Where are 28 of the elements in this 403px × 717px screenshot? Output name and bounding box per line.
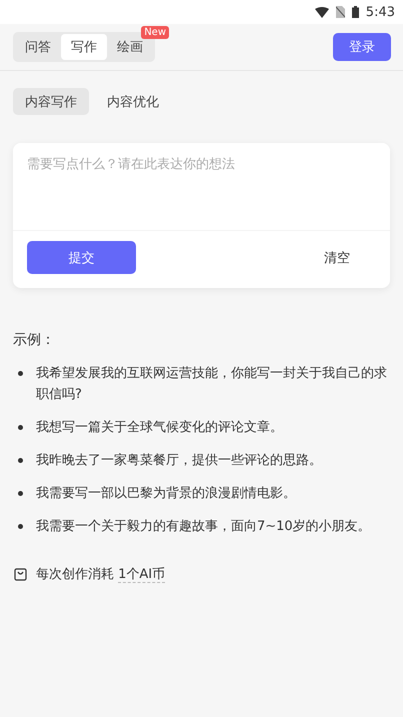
bullet-dot	[18, 524, 23, 529]
login-button[interactable]: 登录	[333, 33, 391, 61]
example-prompt[interactable]: 我需要一个关于毅力的有趣故事，面向7~10岁的小朋友。	[36, 516, 371, 537]
input-field[interactable]: 需要写点什么？请在此表达你的想法	[13, 143, 390, 231]
bag-icon	[14, 568, 27, 580]
example-prompt[interactable]: 我昨晚去了一家粤菜餐厅，提供一些评论的思路。	[36, 450, 322, 471]
bullet-dot	[18, 491, 23, 496]
example-prompt[interactable]: 我希望发展我的互联网运营技能，你能写一封关于我自己的求职信吗?	[36, 363, 390, 405]
example-prompt[interactable]: 我想写一篇关于全球气候变化的评论文章。	[36, 417, 283, 438]
cost-note: 每次创作消耗 1个AI币	[36, 566, 166, 583]
battery-icon	[352, 6, 359, 18]
bullet-dot	[18, 425, 23, 430]
examples-title: 示例：	[13, 331, 56, 349]
example-prompt[interactable]: 我需要写一部以巴黎为背景的浪漫剧情电影。	[36, 483, 296, 504]
subtab[interactable]: 内容优化	[95, 88, 171, 115]
bullet-dot	[18, 458, 23, 463]
new-badge: New	[141, 26, 169, 39]
coin-link[interactable]: 1个AI币	[118, 567, 166, 583]
status-time: 5:43	[366, 4, 395, 20]
tab[interactable]: 问答	[15, 34, 61, 60]
subtab[interactable]: 内容写作	[13, 88, 89, 115]
tab[interactable]: 写作	[61, 34, 107, 60]
editor-card[interactable]: 需要写点什么？请在此表达你的想法 提交 清空	[13, 143, 390, 288]
wifi-icon	[314, 6, 329, 18]
no-sim-icon	[336, 6, 345, 18]
clear-button[interactable]: 清空	[318, 248, 356, 268]
bullet-dot	[18, 371, 23, 376]
submit-button[interactable]: 提交	[27, 241, 136, 274]
